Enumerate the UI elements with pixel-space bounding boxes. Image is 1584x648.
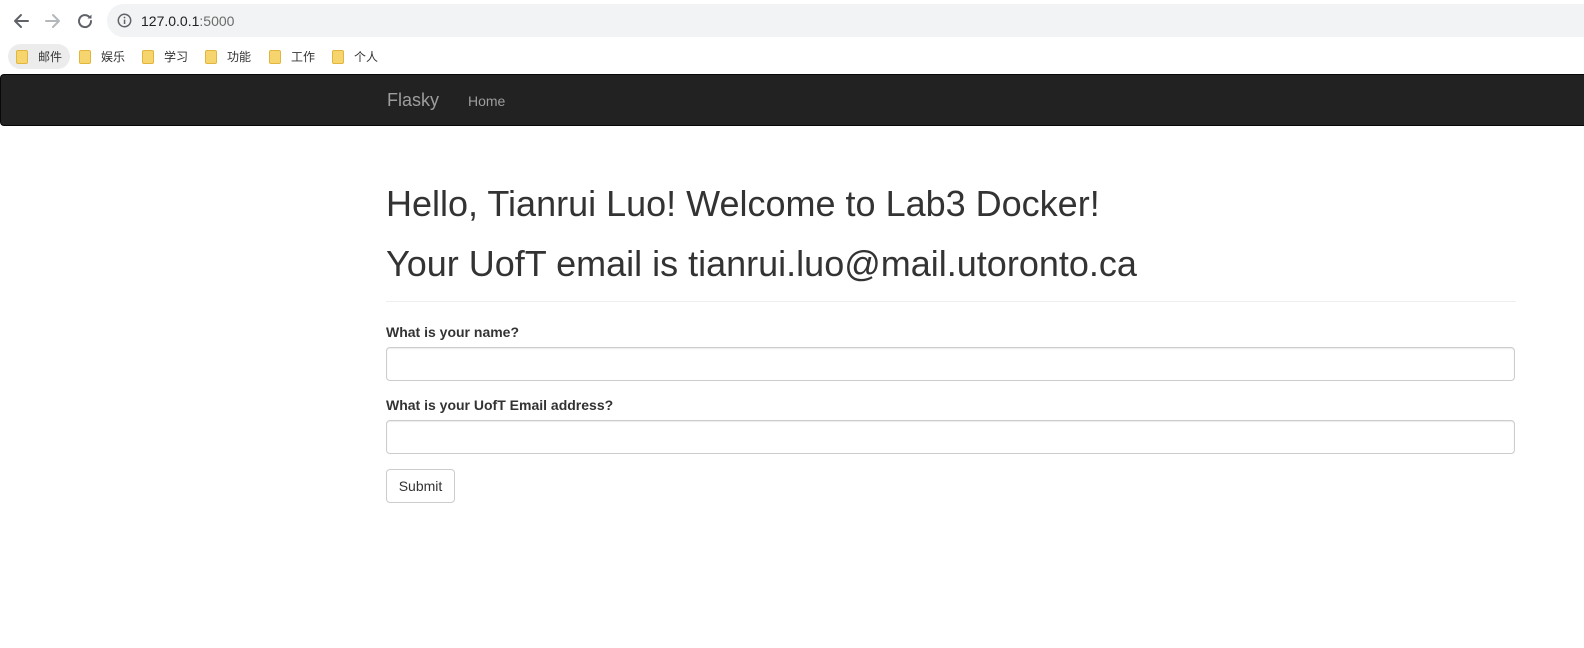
bookmark-label: 个人 [354, 50, 379, 64]
arrow-right-icon[interactable] [40, 8, 66, 34]
divider [386, 301, 1516, 302]
address-host: 127.0.0.1 [141, 13, 200, 29]
info-icon[interactable] [117, 13, 132, 28]
bookmark-functions[interactable]: 功能 [197, 44, 259, 69]
name-input[interactable] [386, 347, 1515, 381]
site-navbar: Flasky Home [0, 74, 1584, 126]
email-input[interactable] [386, 420, 1515, 454]
greeting-heading: Hello, Tianrui Luo! Welcome to Lab3 Dock… [386, 183, 1100, 224]
browser-toolbar: 127.0.0.1:5000 [0, 0, 1584, 40]
folder-icon [205, 49, 217, 64]
folder-icon [142, 49, 154, 64]
bookmark-mail[interactable]: 邮件 [8, 44, 71, 69]
bookmarks-bar: 邮件 娱乐 学习 功能 工作 个人 [0, 40, 1584, 73]
folder-icon [269, 49, 281, 64]
email-heading: Your UofT email is tianrui.luo@mail.utor… [386, 243, 1137, 284]
folder-icon [16, 49, 28, 64]
arrow-left-icon[interactable] [8, 8, 34, 34]
folder-icon [332, 49, 344, 64]
address-bar[interactable]: 127.0.0.1:5000 [107, 4, 1584, 37]
address-port: :5000 [199, 13, 235, 29]
bookmark-work[interactable]: 工作 [261, 44, 323, 69]
bookmark-study[interactable]: 学习 [134, 44, 196, 69]
bookmark-entertainment[interactable]: 娱乐 [71, 44, 133, 69]
reload-icon[interactable] [72, 8, 98, 34]
email-label: What is your UofT Email address? [386, 397, 614, 413]
bookmark-label: 学习 [164, 50, 189, 64]
address-url: 127.0.0.1:5000 [141, 13, 234, 29]
nav-link-home[interactable]: Home [468, 92, 505, 110]
bookmark-label: 工作 [291, 50, 316, 64]
bookmark-label: 邮件 [38, 50, 63, 64]
submit-button[interactable]: Submit [386, 469, 455, 503]
bookmark-label: 功能 [227, 50, 252, 64]
name-label: What is your name? [386, 324, 520, 340]
folder-icon [79, 49, 91, 64]
navbar-brand[interactable]: Flasky [387, 89, 439, 111]
bookmark-personal[interactable]: 个人 [324, 44, 386, 69]
bookmark-label: 娱乐 [101, 50, 126, 64]
